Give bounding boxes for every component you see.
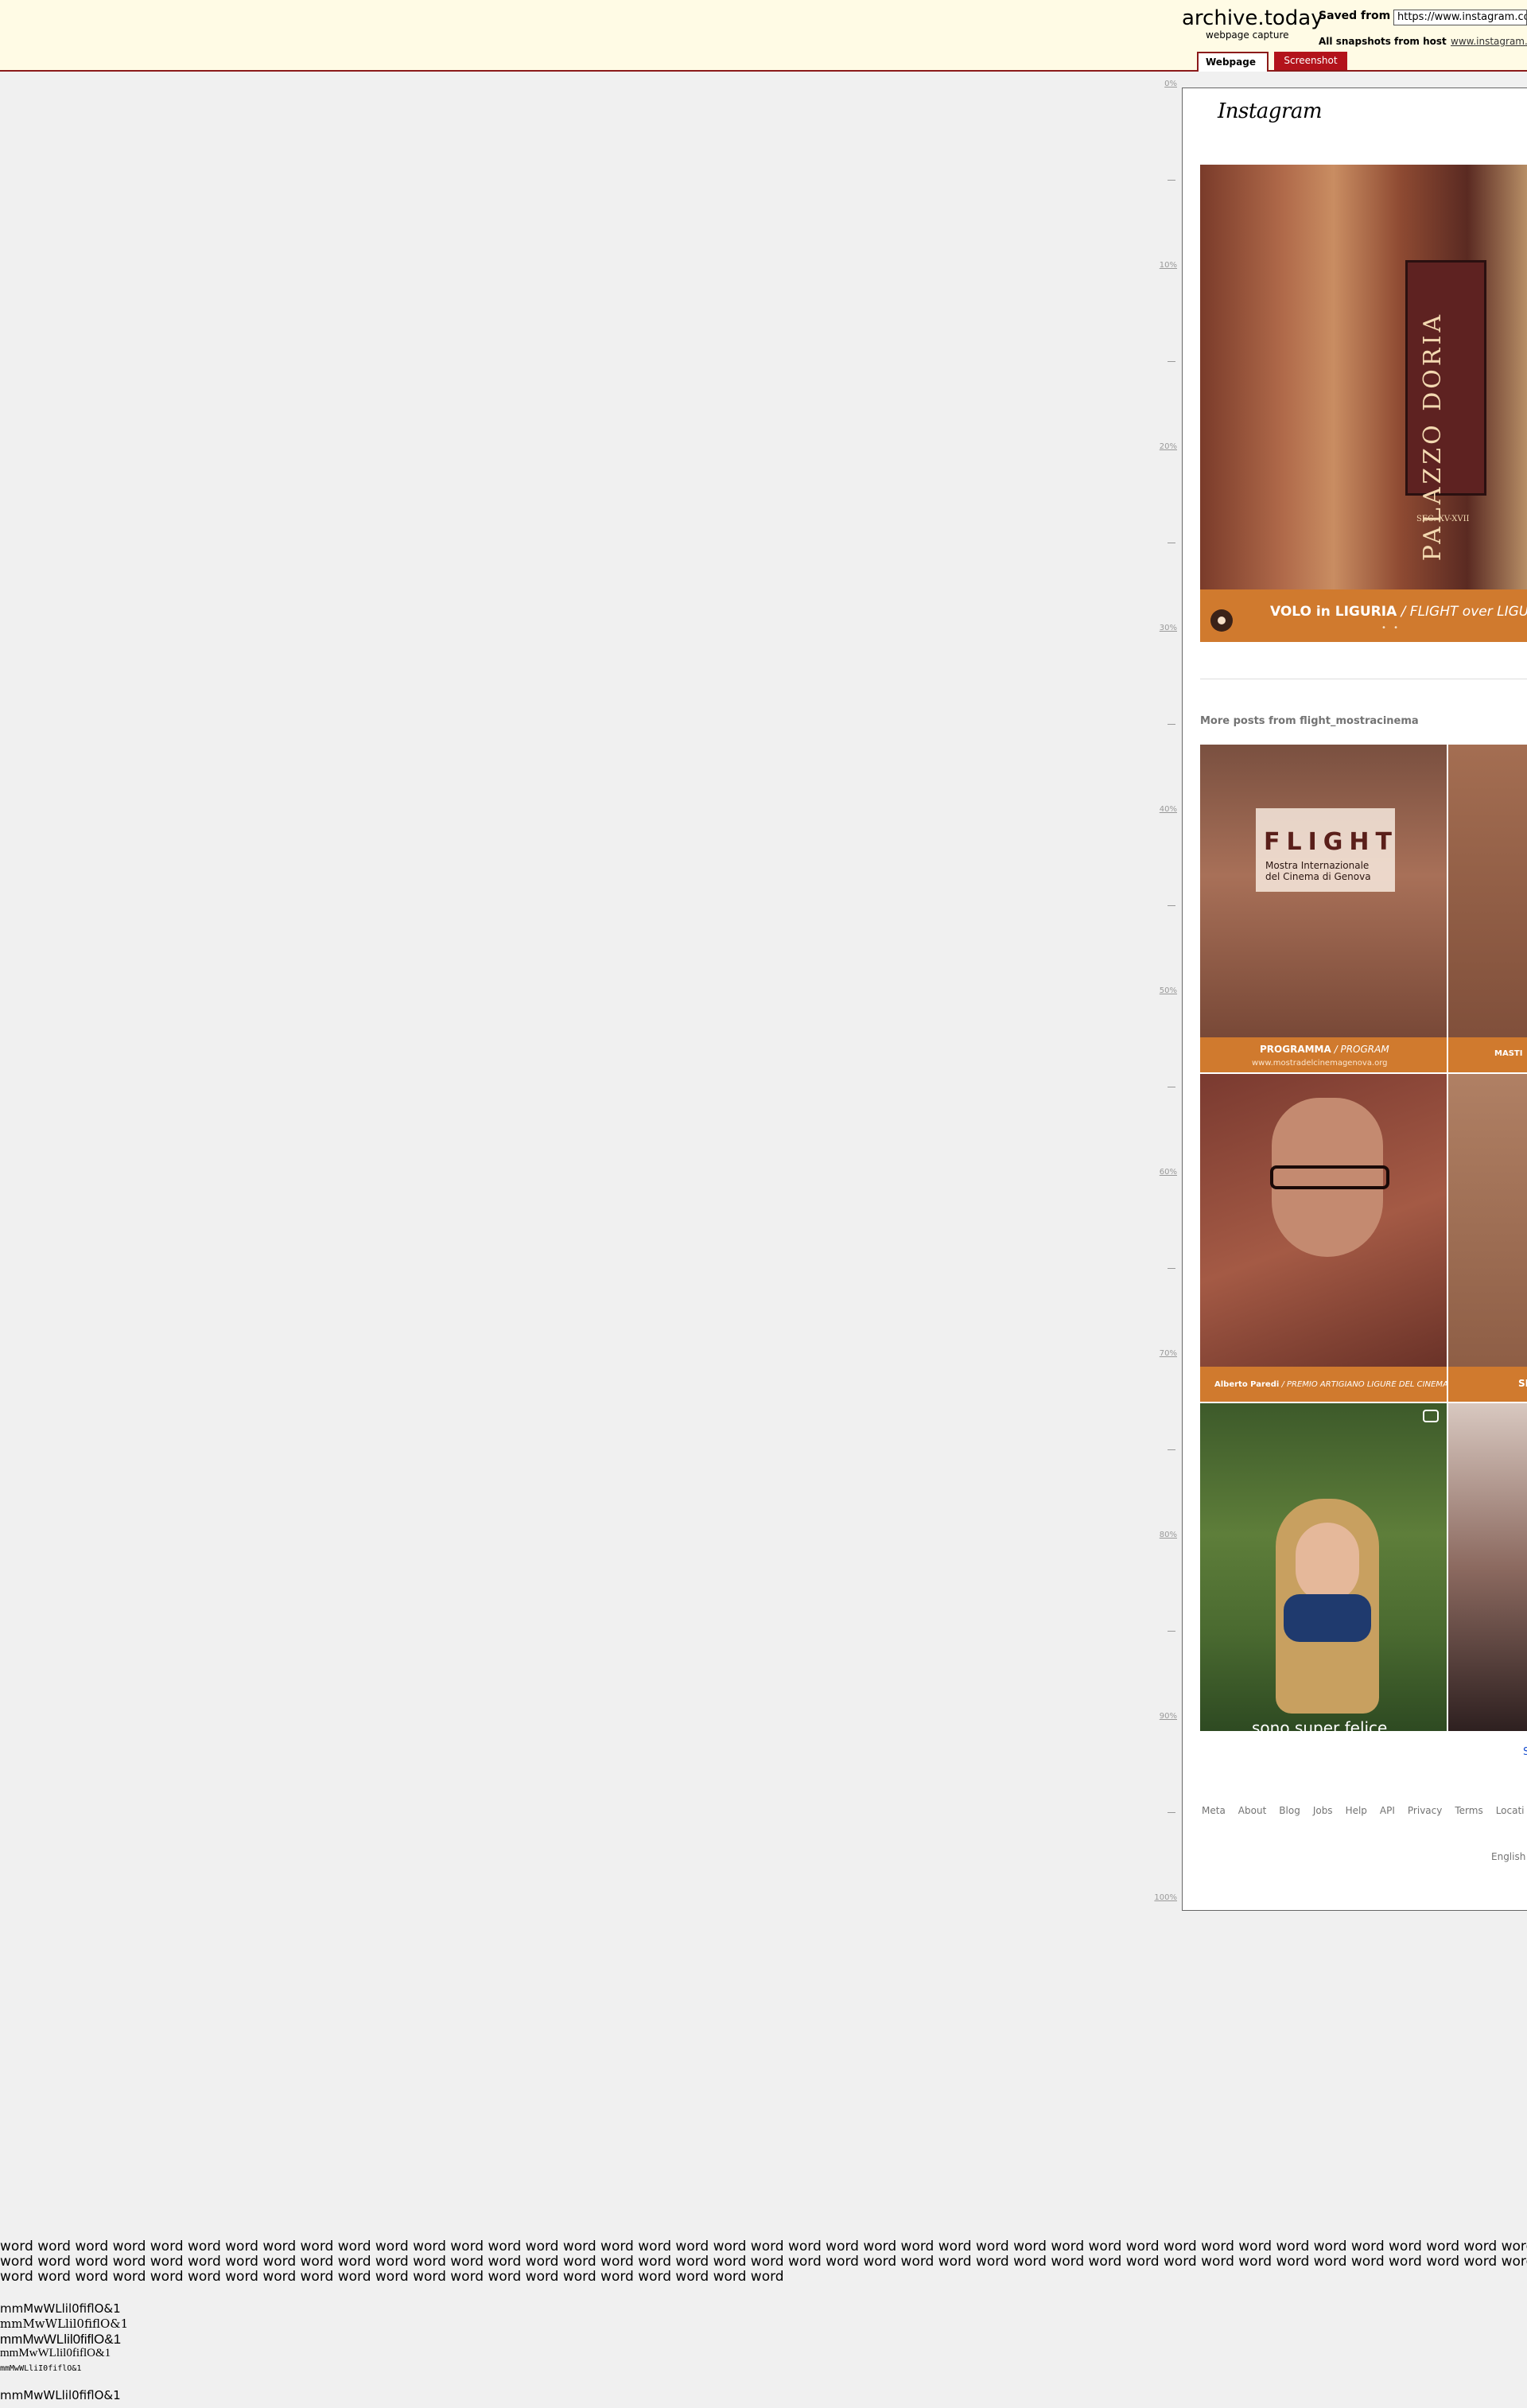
ruler-tick	[1168, 905, 1175, 906]
footer-link[interactable]: API	[1380, 1805, 1395, 1816]
tab-screenshot[interactable]: Screenshot	[1274, 52, 1347, 70]
snapshots-host-link[interactable]: www.instagram.	[1451, 36, 1527, 47]
ruler-tick	[1168, 1631, 1175, 1632]
see-more-link[interactable]: S	[1523, 1746, 1527, 1758]
thumb-url: www.mostradelcinemagenova.org	[1252, 1059, 1388, 1068]
video-subtitle: sono super felice	[1252, 1718, 1388, 1731]
footer-link[interactable]: Meta	[1202, 1805, 1226, 1816]
archive-brand[interactable]: archive.today	[1182, 6, 1323, 30]
post-thumb[interactable]: MASTI	[1448, 745, 1527, 1072]
footer-link[interactable]: Blog	[1279, 1805, 1300, 1816]
saved-from-label: Saved from	[1319, 10, 1391, 22]
ruler-label[interactable]: 90%	[1160, 1712, 1177, 1721]
font-test-line: mmMwWLlil0fiflO&1	[0, 2388, 121, 2402]
portrait-face	[1296, 1523, 1359, 1602]
ruler-tick	[1168, 1812, 1175, 1813]
scroll-ruler[interactable]: 0% 10% 20% 30% 40% 50% 60% 70% 80% 90% 1…	[1145, 80, 1177, 1917]
footer-link[interactable]: About	[1238, 1805, 1266, 1816]
ruler-label[interactable]: 70%	[1160, 1349, 1177, 1358]
thumb-caption: Alberto Paredi / PREMIO ARTIGIANO LIGURE…	[1214, 1380, 1447, 1389]
footer-link[interactable]: Locati	[1496, 1805, 1525, 1816]
ruler-label[interactable]: 60%	[1160, 1168, 1177, 1177]
footer-link[interactable]: Privacy	[1408, 1805, 1442, 1816]
archived-page-frame: Instagram PALAZZO DORIA SEC. XV-XVII VOL…	[1182, 88, 1527, 1911]
footer-links: Meta About Blog Jobs Help API Privacy Terms Loca…	[1202, 1805, 1527, 1816]
ruler-label[interactable]: 10%	[1160, 261, 1177, 270]
post-caption: VOLO in LIGURIA / FLIGHT over LIGURIA	[1270, 604, 1527, 620]
ruler-tick	[1168, 1268, 1175, 1269]
language-selector[interactable]: English	[1491, 1851, 1525, 1862]
archive-subtitle: webpage capture	[1206, 29, 1289, 41]
sign-text: PALAZZO DORIA	[1419, 312, 1447, 562]
post-thumb[interactable]	[1448, 1403, 1527, 1731]
ruler-tick	[1168, 180, 1175, 181]
thumb-caption: SI	[1518, 1378, 1527, 1389]
thumb-subtitle: Mostra Internazionale del Cinema di Geno…	[1265, 860, 1371, 882]
font-test-line: mmMwWLlil0fiflO&1	[0, 2301, 121, 2316]
font-test-line: mmMwWLlil0fiflO&1	[0, 2347, 111, 2359]
post-image[interactable]: PALAZZO DORIA SEC. XV-XVII	[1200, 165, 1527, 642]
thumb-banner	[1448, 1367, 1527, 1402]
font-test-line: mmMwWLlil0fiflO&1	[0, 2332, 122, 2347]
user-tag-icon[interactable]	[1210, 609, 1233, 632]
font-test-line: mmMwWLlil0fiflO&1	[0, 2317, 129, 2331]
footer-link[interactable]: Help	[1346, 1805, 1367, 1816]
sign-date: SEC. XV-XVII	[1416, 515, 1470, 523]
ruler-label[interactable]: 80%	[1160, 1531, 1177, 1539]
instagram-logo[interactable]: Instagram	[1218, 99, 1323, 123]
caption-bold: VOLO in LIGURIA	[1270, 604, 1397, 620]
saved-url-field[interactable]: https://www.instagram.co	[1393, 10, 1527, 25]
post-thumb[interactable]: sono super felice	[1200, 1403, 1447, 1731]
ruler-tick	[1168, 1449, 1175, 1450]
thumb-caption: MASTI	[1494, 1049, 1523, 1058]
post-thumb[interactable]: FLIGHT Mostra Internazionale del Cinema …	[1200, 745, 1447, 1072]
footer-link[interactable]: Jobs	[1313, 1805, 1333, 1816]
thumb-title: FLIGHT	[1264, 828, 1398, 856]
archive-header: archive.today webpage capture Saved from…	[0, 0, 1527, 72]
ruler-label[interactable]: 20%	[1160, 442, 1177, 451]
portrait-scarf	[1284, 1594, 1371, 1642]
font-test-line: mmMwWLliI0fiflO&1	[0, 2364, 82, 2373]
more-posts-title: More posts from flight_mostracinema	[1200, 715, 1419, 727]
carousel-dots[interactable]: • •	[1381, 624, 1401, 632]
font-test-words: word word word word word word word word …	[0, 2239, 1527, 2285]
post-thumb[interactable]: Alberto Paredi / PREMIO ARTIGIANO LIGURE…	[1200, 1074, 1447, 1402]
ruler-label[interactable]: 40%	[1160, 805, 1177, 814]
ruler-label[interactable]: 50%	[1160, 986, 1177, 995]
ruler-tick	[1168, 724, 1175, 725]
reel-icon	[1423, 1410, 1439, 1422]
ruler-label[interactable]: 100%	[1154, 1893, 1177, 1902]
snapshots-label: All snapshots from host	[1319, 36, 1447, 47]
ruler-tick	[1168, 361, 1175, 362]
caption-italic: / FLIGHT over LIGURIA	[1401, 604, 1527, 620]
ruler-label[interactable]: 0%	[1164, 80, 1177, 88]
portrait-glasses	[1270, 1165, 1389, 1189]
footer-link[interactable]: Terms	[1455, 1805, 1482, 1816]
tab-webpage[interactable]: Webpage	[1197, 52, 1269, 72]
ruler-label[interactable]: 30%	[1160, 624, 1177, 632]
post-thumb[interactable]: SI	[1448, 1074, 1527, 1402]
thumb-caption: PROGRAMMA / PROGRAM	[1260, 1044, 1389, 1055]
